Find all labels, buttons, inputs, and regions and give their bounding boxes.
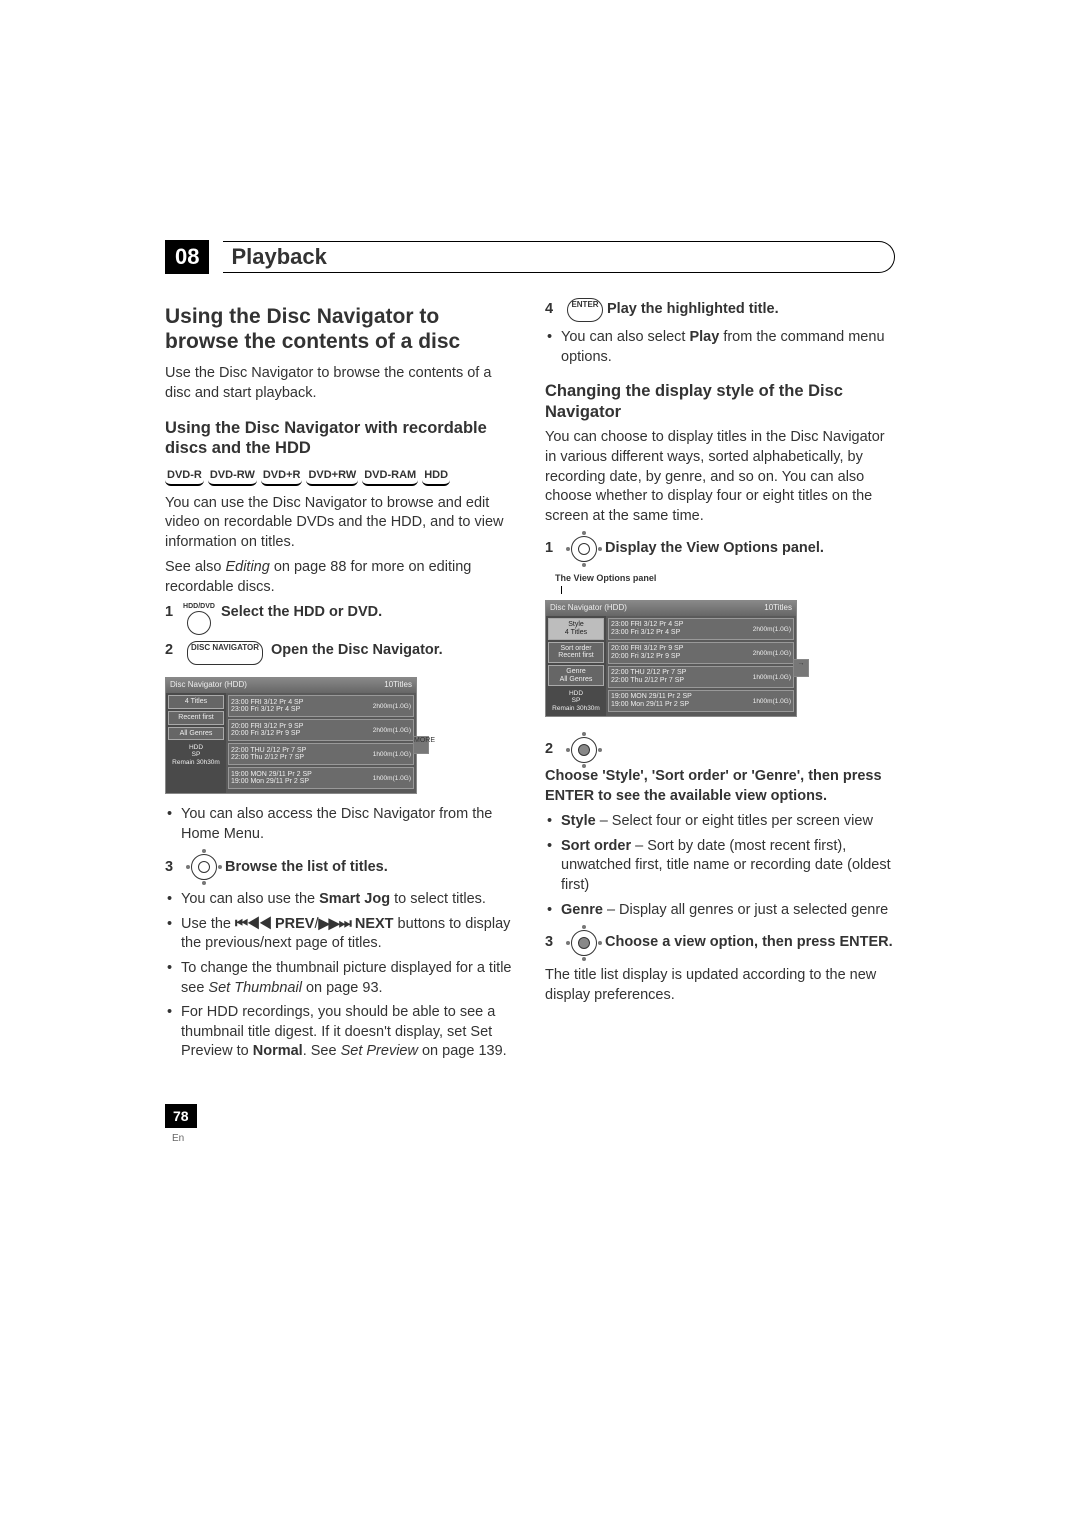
more-icon: MORE [413, 736, 429, 754]
callout-label: The View Options panel [555, 572, 895, 584]
bullet: You can also access the Disc Navigator f… [165, 805, 515, 844]
right-para-last: The title list display is updated accord… [545, 966, 895, 1005]
right-step-1: 1 Display the View Options panel. [545, 532, 895, 566]
step1-text: Select the HDD or DVD. [221, 603, 382, 623]
sub-heading-left: Using the Disc Navigator with recordable… [165, 418, 515, 459]
disc-navigator-button-icon: DISC NAVIGATOR [187, 641, 263, 665]
prev-skip-icon: ⏮◀◀ [235, 916, 271, 932]
right-step1-text: Display the View Options panel. [605, 539, 824, 559]
badge: DVD-RAM [362, 467, 418, 486]
screenshot-disc-navigator: Disc Navigator (HDD) 10Titles 4 Titles R… [165, 671, 417, 800]
next-skip-icon: ▶▶⏭ [318, 916, 350, 932]
intro-text: Use the Disc Navigator to browse the con… [165, 364, 515, 403]
step-4: 4 ENTER Play the highlighted title. [545, 298, 895, 322]
jog-dial-icon [567, 532, 601, 566]
bullet: To change the thumbnail picture displaye… [165, 959, 515, 998]
more-arrow-icon: → [793, 659, 809, 677]
step-1: 1 HDD/DVD Select the HDD or DVD. [165, 603, 515, 635]
sub-heading-right: Changing the display style of the Disc N… [545, 381, 895, 422]
callout-line [561, 586, 895, 594]
option-style: Style – Select four or eight titles per … [545, 812, 895, 832]
jog-dial-enter-icon [567, 733, 601, 767]
step4-text: Play the highlighted title. [607, 300, 779, 320]
chapter-title: Playback [231, 244, 326, 269]
screenshot-view-options: Disc Navigator (HDD) 10Titles Style4 Tit… [545, 594, 797, 723]
right-step-2: 2 Choose 'Style', 'Sort order' or 'Genre… [545, 733, 895, 806]
media-badges-row: DVD-R DVD-RW DVD+R DVD+RW DVD-RAM HDD [165, 467, 515, 486]
para1: You can use the Disc Navigator to browse… [165, 494, 515, 553]
para2: See also Editing on page 88 for more on … [165, 558, 515, 597]
right-step2-text: Choose 'Style', 'Sort order' or 'Genre',… [545, 767, 895, 806]
badge: DVD-RW [208, 467, 257, 486]
step-3: 3 Browse the list of titles. [165, 850, 515, 884]
page-number: 78 [165, 1104, 197, 1128]
hdd-dvd-label: HDD/DVD [183, 603, 215, 610]
badge: DVD-R [165, 467, 204, 486]
option-sort: Sort order – Sort by date (most recent f… [545, 837, 895, 896]
right-column: 4 ENTER Play the highlighted title. You … [545, 292, 895, 1067]
chapter-header: 08 Playback [165, 240, 895, 274]
right-step3-text: Choose a view option, then press ENTER. [605, 933, 893, 953]
left-column: Using the Disc Navigator to browse the c… [165, 292, 515, 1067]
step3-text: Browse the list of titles. [225, 858, 388, 878]
badge: DVD+RW [306, 467, 358, 486]
bullet: You can also use the Smart Jog to select… [165, 890, 515, 910]
jog-dial-enter-icon [567, 926, 601, 960]
right-para1: You can choose to display titles in the … [545, 428, 895, 526]
page-language: En [172, 1133, 184, 1144]
bullet: Use the ⏮◀◀ PREV/▶▶⏭ NEXT buttons to dis… [165, 915, 515, 954]
option-genre: Genre – Display all genres or just a sel… [545, 901, 895, 921]
bullet: You can also select Play from the comman… [545, 328, 895, 367]
bullet: For HDD recordings, you should be able t… [165, 1003, 515, 1062]
hdd-dvd-button-icon [187, 611, 211, 635]
badge: DVD+R [261, 467, 303, 486]
jog-dial-icon [187, 850, 221, 884]
step2-text: Open the Disc Navigator. [271, 641, 443, 661]
main-heading: Using the Disc Navigator to browse the c… [165, 304, 515, 354]
chapter-number-badge: 08 [165, 240, 209, 274]
step-2: 2 DISC NAVIGATOR Open the Disc Navigator… [165, 641, 515, 665]
badge: HDD [422, 467, 450, 486]
enter-button-icon: ENTER [567, 298, 603, 322]
right-step-3: 3 Choose a view option, then press ENTER… [545, 926, 895, 960]
